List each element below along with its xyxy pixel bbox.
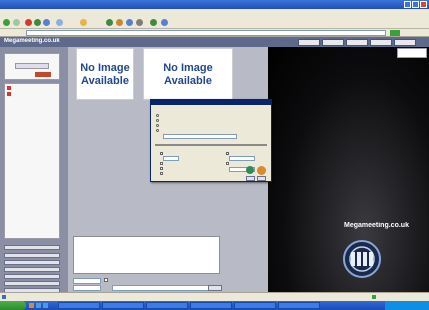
search-icon[interactable] bbox=[56, 19, 63, 26]
chat-log[interactable] bbox=[73, 236, 220, 274]
ie-page-icon bbox=[2, 295, 6, 299]
brand-text: Megameeting.co.uk bbox=[344, 222, 409, 229]
user-icon bbox=[7, 92, 11, 96]
browser-title-bar bbox=[0, 0, 429, 9]
no-image-label: No Image Available bbox=[80, 62, 130, 87]
chat-recipient-select[interactable] bbox=[73, 285, 101, 291]
edit-icon[interactable] bbox=[150, 19, 157, 26]
status-bar bbox=[0, 292, 429, 301]
refresh-icon[interactable] bbox=[34, 19, 41, 26]
sidebar-button-2[interactable] bbox=[4, 253, 60, 258]
nav-button-3[interactable] bbox=[346, 39, 368, 46]
messenger-icon[interactable] bbox=[161, 19, 168, 26]
megameeting-logo-icon bbox=[342, 237, 382, 281]
go-arrow-icon[interactable] bbox=[390, 30, 400, 36]
taskbar-item-3[interactable] bbox=[146, 302, 188, 309]
favorites-icon[interactable] bbox=[80, 19, 87, 26]
settings-dialog bbox=[150, 99, 272, 182]
meeting-info-panel bbox=[4, 53, 60, 80]
no-image-label: No Image Available bbox=[163, 62, 213, 87]
nav-button-1[interactable] bbox=[298, 39, 320, 46]
nav-button-5[interactable] bbox=[394, 39, 416, 46]
taskbar-item-1[interactable] bbox=[58, 302, 100, 309]
stop-icon[interactable] bbox=[25, 19, 32, 26]
dialog-select-2[interactable] bbox=[229, 156, 255, 161]
address-bar bbox=[0, 29, 429, 37]
dialog-divider bbox=[155, 144, 267, 146]
taskbar bbox=[0, 301, 429, 310]
dialog-checkbox-3[interactable] bbox=[160, 167, 163, 170]
internet-zone-icon bbox=[372, 295, 376, 299]
speaker-icon[interactable] bbox=[257, 166, 266, 175]
back-arrow-icon[interactable] bbox=[3, 19, 10, 26]
nav-button-2[interactable] bbox=[322, 39, 344, 46]
radio-option-3[interactable] bbox=[156, 124, 159, 127]
sidebar-button-3[interactable] bbox=[4, 260, 60, 265]
sidebar-button-5[interactable] bbox=[4, 274, 60, 279]
send-button[interactable] bbox=[208, 285, 222, 291]
maximize-button[interactable] bbox=[412, 1, 419, 8]
history-icon[interactable] bbox=[116, 19, 123, 26]
dialog-checkbox-6[interactable] bbox=[226, 162, 229, 165]
menu-bar bbox=[0, 9, 429, 17]
sidebar-button-6[interactable] bbox=[4, 281, 60, 286]
dialog-checkbox-5[interactable] bbox=[226, 152, 229, 155]
users-list-panel bbox=[4, 83, 60, 239]
system-tray bbox=[385, 301, 429, 310]
dialog-checkbox-1[interactable] bbox=[160, 152, 163, 155]
nav-button-4[interactable] bbox=[370, 39, 392, 46]
sidebar-button-1[interactable] bbox=[4, 245, 60, 250]
chat-input[interactable] bbox=[73, 278, 101, 284]
print-icon[interactable] bbox=[136, 19, 143, 26]
media-icon[interactable] bbox=[106, 19, 113, 26]
quick-launch-icon[interactable] bbox=[36, 303, 41, 308]
address-input[interactable] bbox=[26, 30, 386, 36]
chat-checkbox[interactable] bbox=[104, 278, 108, 282]
dialog-ok-button[interactable] bbox=[246, 176, 255, 181]
home-icon[interactable] bbox=[43, 19, 50, 26]
quick-launch-icon[interactable] bbox=[43, 303, 48, 308]
radio-option-2[interactable] bbox=[156, 119, 159, 122]
dialog-checkbox-4[interactable] bbox=[160, 172, 163, 175]
site-title: Megameeting.co.uk bbox=[4, 38, 60, 44]
right-info-panel bbox=[397, 48, 427, 58]
dialog-select[interactable] bbox=[163, 134, 237, 139]
taskbar-item-6[interactable] bbox=[278, 302, 320, 309]
video-tile-1: No Image Available bbox=[76, 48, 134, 100]
quick-launch-icon[interactable] bbox=[29, 303, 34, 308]
browser-toolbar bbox=[0, 17, 429, 29]
radio-option-1[interactable] bbox=[156, 114, 159, 117]
status-indicator bbox=[35, 72, 51, 77]
start-button[interactable] bbox=[0, 301, 26, 310]
video-panel: Megameeting.co.uk bbox=[268, 47, 429, 292]
video-tile-2: No Image Available bbox=[143, 48, 233, 100]
close-window-button[interactable] bbox=[420, 1, 427, 8]
radio-option-4[interactable] bbox=[156, 129, 159, 132]
dialog-title-bar bbox=[151, 100, 271, 105]
taskbar-item-2[interactable] bbox=[102, 302, 144, 309]
forward-arrow-icon[interactable] bbox=[13, 19, 20, 26]
camera-icon[interactable] bbox=[246, 166, 254, 174]
dialog-checkbox-2[interactable] bbox=[160, 162, 163, 165]
quick-launch bbox=[28, 302, 56, 309]
dialog-small-select[interactable] bbox=[163, 156, 179, 161]
message-input[interactable] bbox=[112, 285, 222, 291]
user-icon bbox=[7, 86, 11, 90]
taskbar-item-5[interactable] bbox=[234, 302, 276, 309]
meeting-select[interactable] bbox=[15, 63, 49, 69]
left-sidebar bbox=[0, 47, 68, 293]
minimize-button[interactable] bbox=[404, 1, 411, 8]
taskbar-item-4[interactable] bbox=[190, 302, 232, 309]
sidebar-button-4[interactable] bbox=[4, 267, 60, 272]
dialog-cancel-button[interactable] bbox=[257, 176, 266, 181]
page-header: Megameeting.co.uk bbox=[0, 37, 429, 47]
mail-icon[interactable] bbox=[126, 19, 133, 26]
